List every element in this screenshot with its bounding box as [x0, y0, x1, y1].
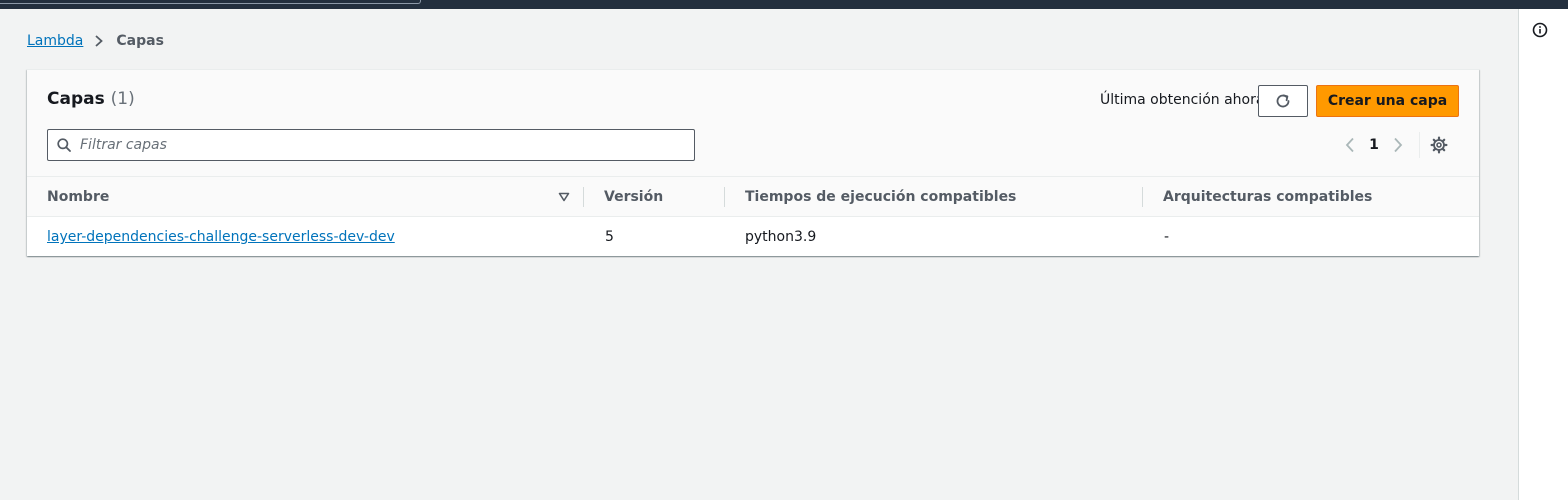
filter-layers-input[interactable] [80, 131, 680, 159]
refresh-icon [1276, 94, 1290, 108]
refresh-button[interactable] [1258, 85, 1308, 117]
column-separator [583, 187, 584, 207]
pager-divider [1419, 132, 1420, 158]
panel-header: Capas (1) Última obtención ahora Crear u… [27, 70, 1479, 177]
breadcrumb-current: Capas [116, 33, 164, 49]
panel-title: Capas (1) [47, 89, 135, 109]
table-row: layer-dependencies-challenge-serverless-… [27, 217, 1479, 257]
column-header-name[interactable]: Nombre [47, 177, 109, 217]
column-separator [1142, 187, 1143, 207]
sort-down-icon[interactable] [558, 191, 570, 203]
column-separator [724, 187, 725, 207]
help-panel-rail [1518, 9, 1568, 500]
info-icon[interactable] [1532, 22, 1548, 38]
chevron-left-icon [1345, 137, 1354, 153]
create-layer-button[interactable]: Crear una capa [1316, 85, 1459, 117]
filter-box [47, 129, 695, 161]
chevron-right-icon [1394, 137, 1403, 153]
layer-version: 5 [605, 229, 614, 245]
layer-architectures: - [1164, 229, 1170, 245]
layer-name-link[interactable]: layer-dependencies-challenge-serverless-… [47, 217, 395, 257]
last-fetch-status: Última obtención ahora [1100, 92, 1265, 108]
layer-runtimes: python3.9 [745, 229, 817, 245]
column-header-version[interactable]: Versión [604, 177, 663, 217]
panel-title-text: Capas [47, 89, 105, 109]
next-page-button[interactable] [1389, 133, 1407, 157]
global-search-edge[interactable] [0, 0, 421, 4]
gear-icon [1430, 136, 1448, 154]
column-header-architectures[interactable]: Arquitecturas compatibles [1163, 177, 1372, 217]
top-navigation-bar [0, 0, 1568, 9]
breadcrumb-lambda-link[interactable]: Lambda [27, 33, 83, 49]
layer-count: (1) [110, 89, 135, 109]
chevron-right-icon [95, 35, 104, 47]
previous-page-button[interactable] [1341, 133, 1359, 157]
search-icon [57, 138, 71, 152]
layers-panel: Capas (1) Última obtención ahora Crear u… [27, 69, 1479, 256]
column-header-runtimes[interactable]: Tiempos de ejecución compatibles [745, 177, 1016, 217]
current-page-number[interactable]: 1 [1359, 137, 1389, 153]
breadcrumb: Lambda Capas [27, 32, 164, 50]
pagination: 1 [1341, 132, 1448, 158]
table-header: Nombre Versión Tiempos de ejecución comp… [27, 177, 1479, 217]
table-settings-button[interactable] [1430, 136, 1448, 154]
